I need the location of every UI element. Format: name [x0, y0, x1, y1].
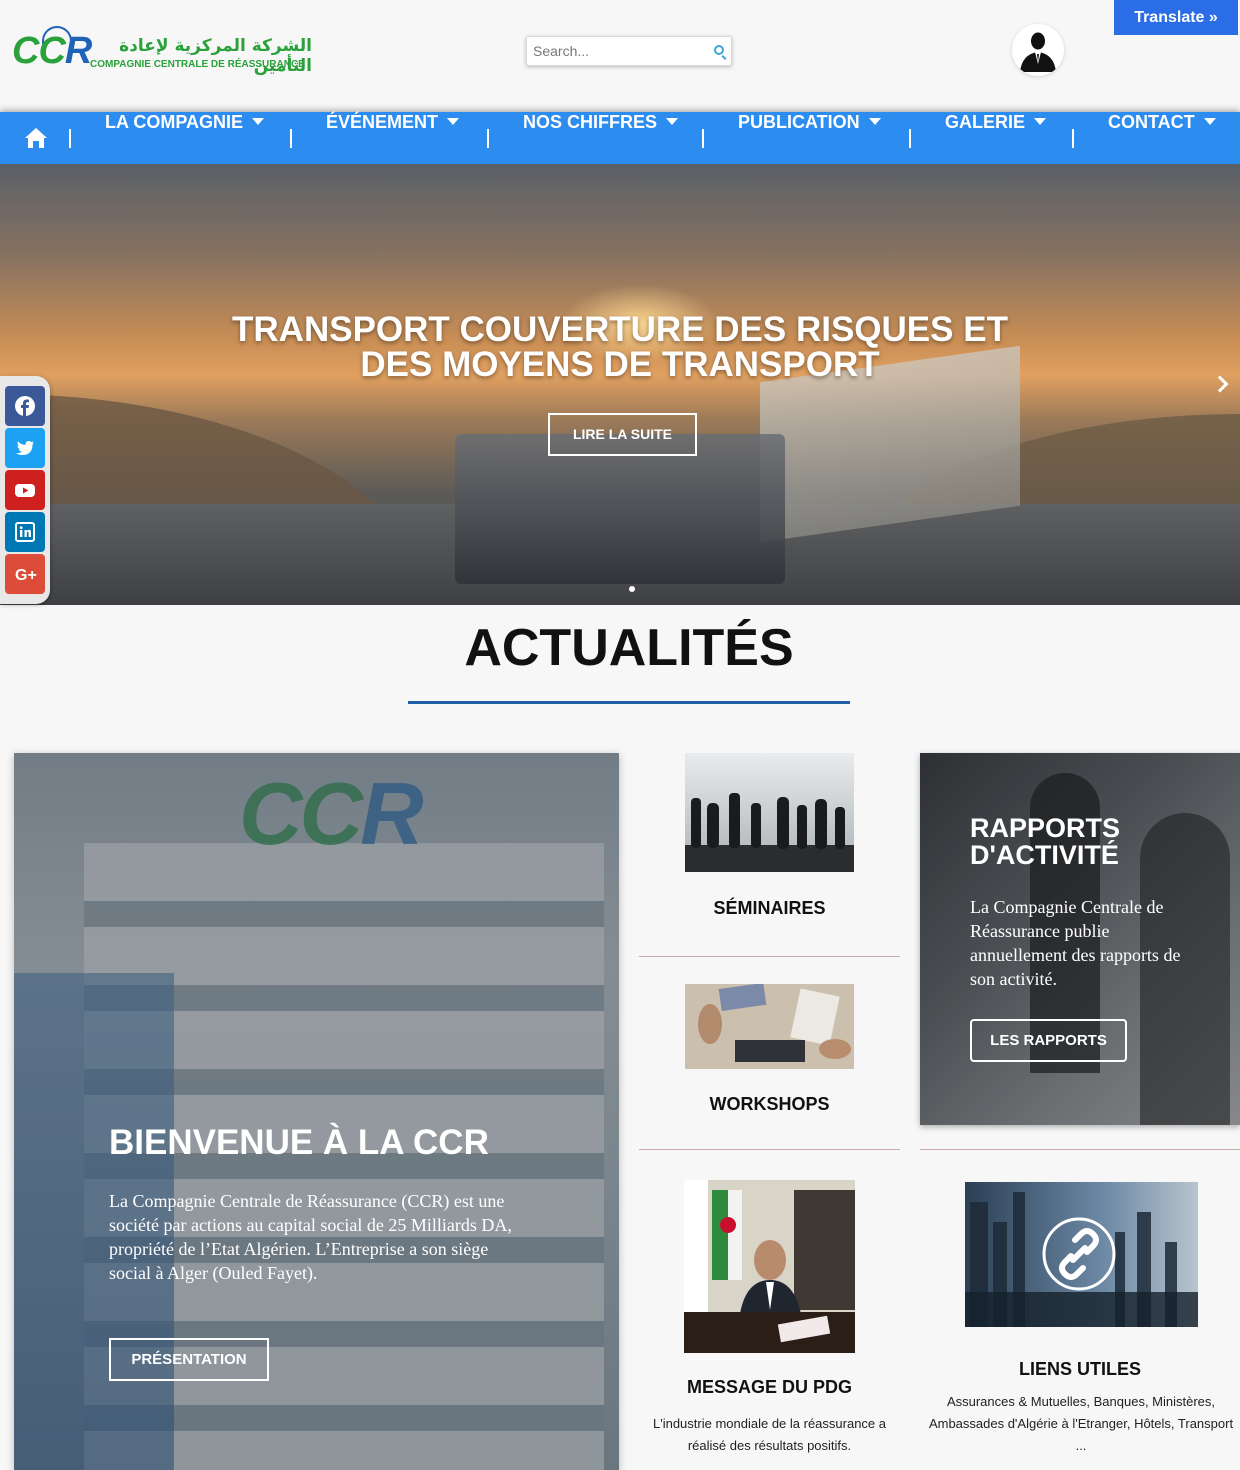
facebook-icon: [15, 396, 35, 416]
nav-item-la-compagnie[interactable]: LA COMPAGNIE: [105, 112, 264, 164]
main-navigation: LA COMPAGNIE ÉVÉNEMENT NOS CHIFFRES PUBL…: [0, 112, 1240, 164]
rapports-card: RAPPORTS D'ACTIVITÉ La Compagnie Central…: [920, 753, 1240, 1125]
facebook-link[interactable]: [5, 386, 45, 426]
site-header: CCR الشركة المركزية لإعادة التأمين COMPA…: [0, 0, 1240, 112]
pdg-message-label[interactable]: MESSAGE DU PDG: [639, 1377, 900, 1398]
rapports-button[interactable]: LES RAPPORTS: [970, 1019, 1127, 1062]
seminaires-label[interactable]: SÉMINAIRES: [639, 898, 900, 919]
logo-mark: CCR: [12, 30, 92, 72]
pdg-portrait-photo: [684, 1180, 855, 1353]
seminaires-image[interactable]: [685, 753, 854, 872]
nav-separator: [702, 129, 704, 148]
user-silhouette-icon: [1020, 32, 1056, 72]
ccr-logo[interactable]: CCR الشركة المركزية لإعادة التأمين COMPA…: [12, 24, 312, 76]
caret-down-icon: [1034, 118, 1047, 125]
workshops-image[interactable]: [685, 984, 854, 1069]
logo-french-text: COMPAGNIE CENTRALE DE RÉASSURANCE: [90, 59, 305, 70]
caret-down-icon: [666, 118, 679, 125]
hero-title-line: TRANSPORT COUVERTURE DES RISQUES ET: [232, 310, 1008, 349]
nav-separator: [290, 129, 292, 148]
workshop-desk-photo: [685, 984, 854, 1069]
nav-item-contact[interactable]: CONTACT: [1108, 112, 1216, 164]
nav-item-evenement[interactable]: ÉVÉNEMENT: [326, 112, 460, 164]
nav-separator: [909, 129, 911, 148]
hero-truck-image: [455, 434, 785, 584]
user-avatar[interactable]: [1012, 24, 1064, 76]
workshops-label[interactable]: WORKSHOPS: [639, 1094, 900, 1115]
nav-separator: [487, 129, 489, 148]
google-plus-link[interactable]: G+: [5, 554, 45, 594]
nav-item-nos-chiffres[interactable]: NOS CHIFFRES: [523, 112, 679, 164]
linkedin-icon: [15, 522, 35, 542]
caret-down-icon: [1203, 118, 1216, 125]
welcome-text: La Compagnie Centrale de Réassurance (CC…: [109, 1191, 512, 1283]
divider: [920, 1149, 1240, 1150]
youtube-icon: [15, 484, 35, 497]
pdg-image[interactable]: [684, 1180, 855, 1353]
rapports-text: La Compagnie Centrale de Réassurance pub…: [970, 897, 1181, 989]
youtube-link[interactable]: [5, 470, 45, 510]
translate-button[interactable]: Translate »: [1114, 0, 1238, 35]
google-plus-icon: G+: [15, 567, 37, 584]
divider: [639, 956, 900, 957]
liens-utiles-image[interactable]: [965, 1182, 1198, 1327]
twitter-icon: [16, 441, 34, 455]
rapports-title: RAPPORTS D'ACTIVITÉ: [970, 813, 1121, 870]
linkedin-link[interactable]: [5, 512, 45, 552]
search-input[interactable]: [527, 37, 707, 65]
presentation-button[interactable]: PRÉSENTATION: [109, 1338, 269, 1381]
divider: [639, 1149, 900, 1150]
hero-slider: TRANSPORT COUVERTURE DES RISQUES ET DES …: [0, 164, 1240, 605]
liens-utiles-text: Assurances & Mutuelles, Banques, Ministè…: [928, 1394, 1234, 1453]
read-more-button[interactable]: LIRE LA SUITE: [548, 413, 697, 456]
meeting-photo: [685, 753, 854, 872]
liens-utiles-label[interactable]: LIENS UTILES: [920, 1359, 1240, 1380]
nav-item-publication[interactable]: PUBLICATION: [738, 112, 881, 164]
section-title-underline: [408, 701, 850, 704]
logo-arabic-text: الشركة المركزية لإعادة التأمين: [119, 36, 312, 76]
caret-down-icon: [252, 118, 264, 125]
search-icon[interactable]: [714, 45, 724, 55]
welcome-title: BIENVENUE À LA CCR: [109, 1123, 489, 1162]
nav-separator: [69, 129, 71, 148]
welcome-card: CCR BIENVENUE À LA CCR La Compagnie Cent…: [14, 753, 619, 1470]
card-overlay: [14, 753, 619, 1470]
search-box: [526, 36, 732, 66]
caret-down-icon: [447, 118, 460, 125]
nav-item-galerie[interactable]: GALERIE: [945, 112, 1047, 164]
svg-text:G+: G+: [15, 567, 37, 584]
social-sidebar: G+: [0, 376, 50, 604]
pdg-message-text: L'industrie mondiale de la réassurance a…: [652, 1416, 886, 1453]
twitter-link[interactable]: [5, 428, 45, 468]
slider-dot[interactable]: [629, 586, 635, 592]
hero-title-line: DES MOYENS DE TRANSPORT: [360, 345, 880, 384]
hero-title: TRANSPORT COUVERTURE DES RISQUES ET DES …: [170, 312, 1070, 382]
caret-down-icon: [868, 118, 881, 125]
nav-separator: [1072, 129, 1074, 148]
home-icon[interactable]: [24, 127, 48, 149]
section-title: ACTUALITÉS: [464, 619, 794, 677]
slider-next-arrow-icon[interactable]: [1212, 372, 1234, 394]
link-icon: [1042, 1217, 1116, 1291]
